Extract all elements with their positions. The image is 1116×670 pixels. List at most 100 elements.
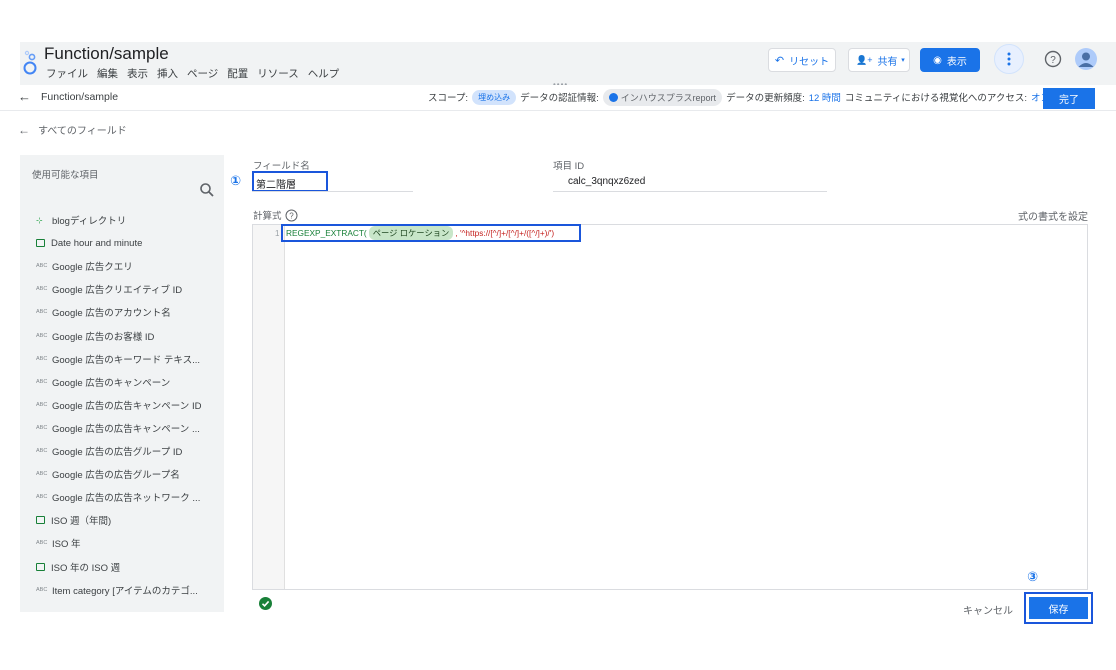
field-list-item-label: Google 広告のアカウント名 [52, 308, 171, 320]
menu-arrange[interactable]: 配置 [227, 68, 248, 80]
annotation-marker-3: ③ [1027, 569, 1039, 584]
field-list-item-label: Google 広告の広告グループ ID [52, 447, 183, 458]
text-type-icon: ABC [36, 332, 48, 339]
calendar-icon [36, 516, 45, 525]
field-list-item-label: Google 広告の広告キャンペーン ... [52, 423, 200, 435]
field-list-item[interactable]: ABC Google 広告の広告ネットワーク ... [36, 489, 200, 505]
formula-editor[interactable] [252, 224, 1088, 590]
field-list-item-label: Google 広告の広告ネットワーク ... [52, 493, 201, 505]
field-list-item-label: Google 広告クエリ [52, 262, 133, 274]
check-circle-icon [259, 597, 272, 610]
text-type-icon: ABC [36, 309, 48, 316]
text-type-icon: ABC [36, 401, 48, 408]
field-list-item[interactable]: ISO 年の ISO 週 [36, 559, 120, 575]
field-name-label: フィールド名 [253, 161, 310, 172]
field-list-item-label: Google 広告の広告グループ名 [52, 470, 180, 482]
back-arrow-icon[interactable]: ← [18, 123, 30, 137]
field-list-item-label: Google 広告のキャンペーン [52, 377, 171, 389]
field-name-underline [252, 191, 413, 192]
menu-resource[interactable]: リソース [257, 68, 298, 80]
field-list-item[interactable]: ABC ISO 年 [36, 535, 81, 551]
text-type-icon: ABC [36, 355, 48, 362]
field-list-item[interactable]: Date hour and minute [36, 235, 142, 251]
field-list-item[interactable]: ABC Google 広告のキャンペーン [36, 374, 170, 390]
text-type-icon: ABC [36, 378, 48, 385]
field-list-item-label: Google 広告クリエイティブ ID [52, 285, 183, 297]
formula-field-chip[interactable]: ページ ロケーション [368, 226, 454, 240]
menu-insert[interactable]: 挿入 [157, 68, 178, 80]
field-list-item-label: Google 広告のお客様 ID [52, 331, 155, 343]
field-list-item[interactable]: ISO 週（年間) [36, 512, 111, 528]
calendar-icon [36, 562, 45, 571]
field-list-item[interactable]: ABC Google 広告クリエイティブ ID [36, 281, 182, 297]
all-fields-link[interactable]: ← すべてのフィールド [18, 122, 127, 138]
field-list-item-label: Google 広告の広告キャンペーン ID [52, 400, 202, 412]
view-button[interactable]: ◉ 表示 [920, 48, 980, 72]
field-list-item[interactable]: ⊹ blogディレクトリ [36, 212, 126, 228]
text-type-icon: ABC [36, 586, 48, 593]
field-list-item-label: Google 広告のキーワード テキス... [52, 354, 201, 366]
format-formula-link[interactable]: 式の書式を設定 [1018, 208, 1088, 223]
search-icon[interactable] [199, 182, 215, 198]
more-options-icon[interactable] [994, 44, 1024, 74]
avatar[interactable] [1075, 48, 1097, 70]
field-list-item-label: ISO 週（年間) [51, 516, 112, 528]
report-title[interactable]: Function/sample [44, 44, 169, 64]
field-list-item-label: blogディレクトリ [52, 216, 127, 227]
menu-page[interactable]: ページ [187, 68, 218, 80]
field-list-item-label: Item category [アイテムのカテゴ... [52, 585, 198, 597]
field-list-item[interactable]: ABC Google 広告の広告グループ名 [36, 466, 180, 482]
eye-icon: ◉ [933, 54, 942, 66]
field-list-item[interactable]: ABC Item category [アイテムのカテゴ... [36, 582, 198, 598]
undo-icon: ↶ [774, 54, 785, 67]
svg-text:?: ? [289, 211, 294, 220]
formula-label-row: 計算式 ? [253, 208, 298, 222]
field-name-input[interactable]: 第二階層 [256, 176, 296, 191]
cancel-button[interactable]: キャンセル [963, 602, 1013, 617]
field-list-item-label: Date hour and minute [51, 237, 143, 249]
data-source-info: スコープ: 埋め込み データの認証情報: インハウスプラスreport データの… [428, 87, 1050, 107]
field-list-item[interactable]: ABC Google 広告のアカウント名 [36, 304, 171, 320]
text-type-icon: ABC [36, 424, 48, 431]
dimension-type-icon: ⊹ [36, 215, 43, 225]
share-dropdown-icon[interactable]: ▾ [896, 48, 910, 72]
add-person-icon: 👤+ [856, 54, 873, 65]
calendar-icon [36, 239, 45, 248]
field-id-label: 項目 ID [553, 161, 585, 172]
field-list-item[interactable]: ABC Google 広告の広告キャンペーン ID [36, 397, 201, 413]
text-type-icon: ABC [36, 263, 48, 270]
breadcrumb[interactable]: ← Function/sample [18, 89, 118, 104]
reset-button[interactable]: ↶ リセット [768, 48, 836, 72]
save-button[interactable]: 保存 [1029, 597, 1088, 619]
field-list-item[interactable]: ABC Google 広告のお客様 ID [36, 328, 154, 344]
field-list-item-label: ISO 年 [52, 539, 81, 551]
menu-help[interactable]: ヘルプ [308, 68, 340, 80]
field-list-item-label: ISO 年の ISO 週 [51, 562, 121, 574]
back-arrow-icon[interactable]: ← [18, 89, 31, 104]
field-list-item[interactable]: ABC Google 広告の広告グループ ID [36, 443, 182, 459]
editor-gutter [253, 225, 285, 589]
formula-text[interactable]: REGEXP_EXTRACT( ページ ロケーション , '^https://[… [281, 224, 581, 242]
field-id-underline [553, 191, 827, 192]
menu-bar: ファイル 編集 表示 挿入 ページ 配置 リソース ヘルプ [46, 66, 348, 81]
help-icon[interactable]: ? [1044, 50, 1062, 68]
text-type-icon: ABC [36, 494, 48, 501]
field-list-item[interactable]: ABC Google 広告のキーワード テキス... [36, 351, 200, 367]
line-number: 1 [275, 229, 280, 238]
done-button[interactable]: 完了 [1043, 88, 1095, 109]
menu-view[interactable]: 表示 [127, 68, 148, 80]
text-type-icon: ABC [36, 540, 48, 547]
freshness-link[interactable]: 12 時間 [809, 90, 841, 104]
annotation-marker-1: ① [230, 173, 242, 188]
field-list-item[interactable]: ABC Google 広告クエリ [36, 258, 133, 274]
scope-chip[interactable]: 埋め込み [472, 89, 517, 105]
field-list-item[interactable]: ABC Google 広告の広告キャンペーン ... [36, 420, 200, 436]
credentials-chip[interactable]: インハウスプラスreport [602, 88, 723, 106]
text-type-icon: ABC [36, 471, 48, 478]
help-icon[interactable]: ? [285, 209, 298, 222]
field-id-input[interactable]: calc_3qnqxz6zed [568, 176, 645, 187]
text-type-icon: ABC [36, 286, 48, 293]
menu-file[interactable]: ファイル [46, 68, 88, 80]
menu-edit[interactable]: 編集 [97, 68, 118, 80]
formula-pattern: , '^https://[^/]+/[^/]+/([^/]+)/') [455, 228, 555, 238]
